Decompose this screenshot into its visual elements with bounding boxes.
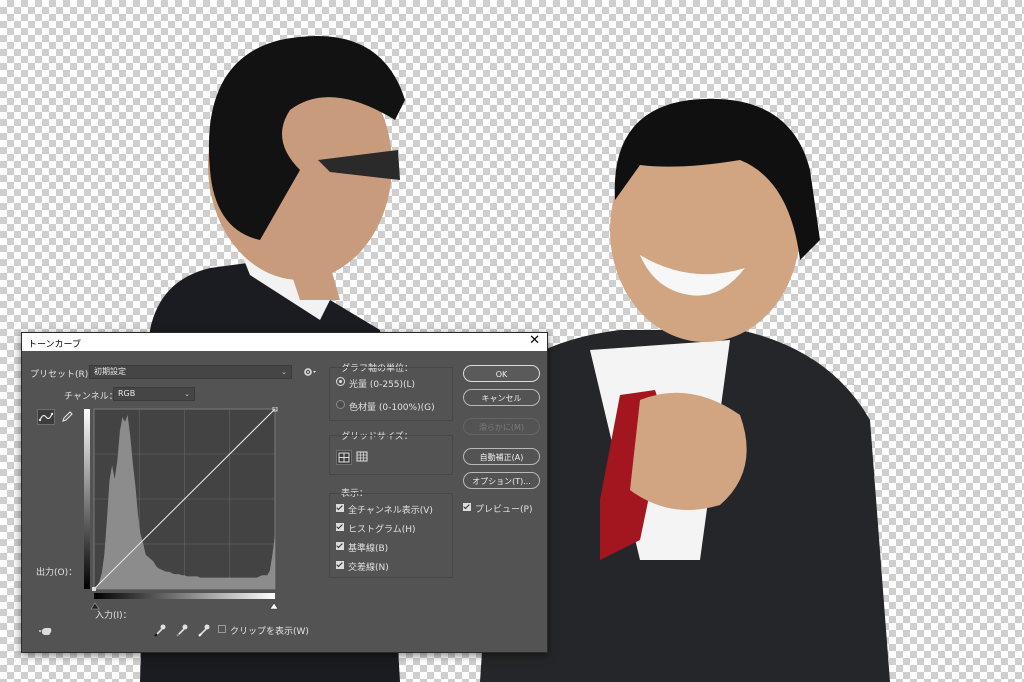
channel-label: チャンネル： [64, 392, 118, 402]
output-label: 出力(O)： [36, 568, 78, 578]
options-button[interactable]: オプション(T)... [463, 472, 540, 489]
eyedropper-gray-icon[interactable] [175, 623, 189, 637]
clip-checkbox[interactable] [218, 625, 226, 633]
all-channels-label: 全チャンネル表示(V) [348, 506, 433, 516]
dialog-titlebar[interactable]: トーンカーブ ✕ [22, 333, 547, 351]
output-gradient-bar [84, 409, 90, 589]
hand-adjust-icon[interactable] [38, 623, 56, 637]
radio-light[interactable] [336, 377, 345, 386]
white-point-slider[interactable] [269, 602, 279, 610]
histogram-checkbox[interactable] [336, 523, 344, 531]
baseline-label: 基準線(B) [348, 544, 389, 554]
radio-pigment-label: 色材量 (0-100%)(G) [349, 403, 435, 413]
close-icon[interactable]: ✕ [529, 334, 540, 348]
tone-curve-dialog: トーンカーブ ✕ プリセット(R)： 初期設定 ⌄ チャンネル： RGB ⌄ 出… [21, 332, 548, 653]
intersection-checkbox[interactable] [336, 561, 344, 569]
channel-dropdown[interactable]: RGB ⌄ [113, 387, 195, 401]
smooth-button[interactable]: 滑らかに(M) [463, 418, 540, 435]
gear-icon[interactable] [303, 366, 317, 378]
preview-label: プレビュー(P) [475, 505, 533, 515]
auto-button[interactable]: 自動補正(A) [463, 448, 540, 465]
radio-light-label: 光量 (0-255)(L) [349, 380, 416, 390]
pencil-icon [62, 411, 73, 422]
grid-4x4-icon [338, 452, 350, 463]
pencil-tool[interactable] [59, 409, 77, 425]
ok-button[interactable]: OK [463, 365, 540, 382]
radio-pigment[interactable] [336, 400, 345, 409]
intersection-label: 交差線(N) [348, 563, 389, 573]
preset-value: 初期設定 [94, 367, 126, 376]
curve-point-black[interactable] [92, 587, 96, 591]
eyedropper-black-icon[interactable] [153, 623, 167, 637]
input-gradient-bar [94, 593, 275, 599]
baseline-checkbox[interactable] [336, 542, 344, 550]
all-channels-checkbox[interactable] [336, 504, 344, 512]
grid-10x10-icon [356, 451, 368, 462]
preview-checkbox[interactable] [463, 503, 471, 511]
grid-fine-button[interactable] [355, 450, 371, 465]
channel-value: RGB [118, 389, 136, 398]
histogram-label: ヒストグラム(H) [348, 525, 416, 535]
chevron-down-icon: ⌄ [184, 390, 190, 398]
dialog-title: トーンカーブ [28, 340, 82, 350]
preset-dropdown[interactable]: 初期設定 ⌄ [89, 365, 292, 379]
grid-coarse-button[interactable] [336, 450, 352, 465]
cancel-button[interactable]: キャンセル [463, 389, 540, 406]
input-label: 入力(I)： [95, 611, 132, 621]
curve-point-icon [38, 412, 54, 422]
preset-label: プリセット(R)： [30, 370, 98, 380]
eyedropper-white-icon[interactable] [197, 623, 211, 637]
curve-point-tool[interactable] [37, 409, 55, 425]
chevron-down-icon: ⌄ [281, 368, 287, 376]
curve-graph[interactable] [84, 407, 280, 615]
clip-label: クリップを表示(W) [230, 627, 309, 637]
